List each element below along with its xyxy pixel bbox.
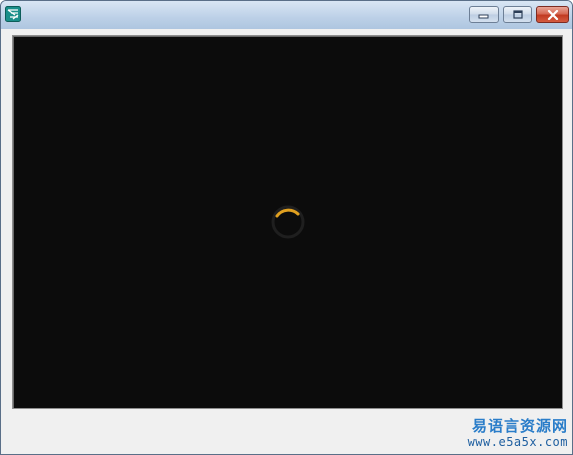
app-window: 易语言资源网 www.e5a5x.com	[0, 0, 573, 455]
close-button[interactable]	[536, 6, 569, 23]
close-icon	[547, 9, 558, 20]
minimize-icon	[478, 14, 489, 18]
app-icon[interactable]	[5, 6, 21, 22]
maximize-button[interactable]	[503, 6, 532, 23]
video-stage[interactable]	[12, 35, 563, 409]
minimize-button[interactable]	[469, 6, 499, 23]
client-area: 易语言资源网 www.e5a5x.com	[1, 29, 572, 454]
watermark-title: 易语言资源网	[471, 417, 568, 435]
loading-spinner-icon	[271, 205, 305, 239]
watermark-url: www.e5a5x.com	[467, 435, 568, 449]
title-bar[interactable]	[1, 1, 572, 29]
watermark: 易语言资源网 www.e5a5x.com	[453, 417, 568, 449]
maximize-icon	[512, 9, 523, 19]
